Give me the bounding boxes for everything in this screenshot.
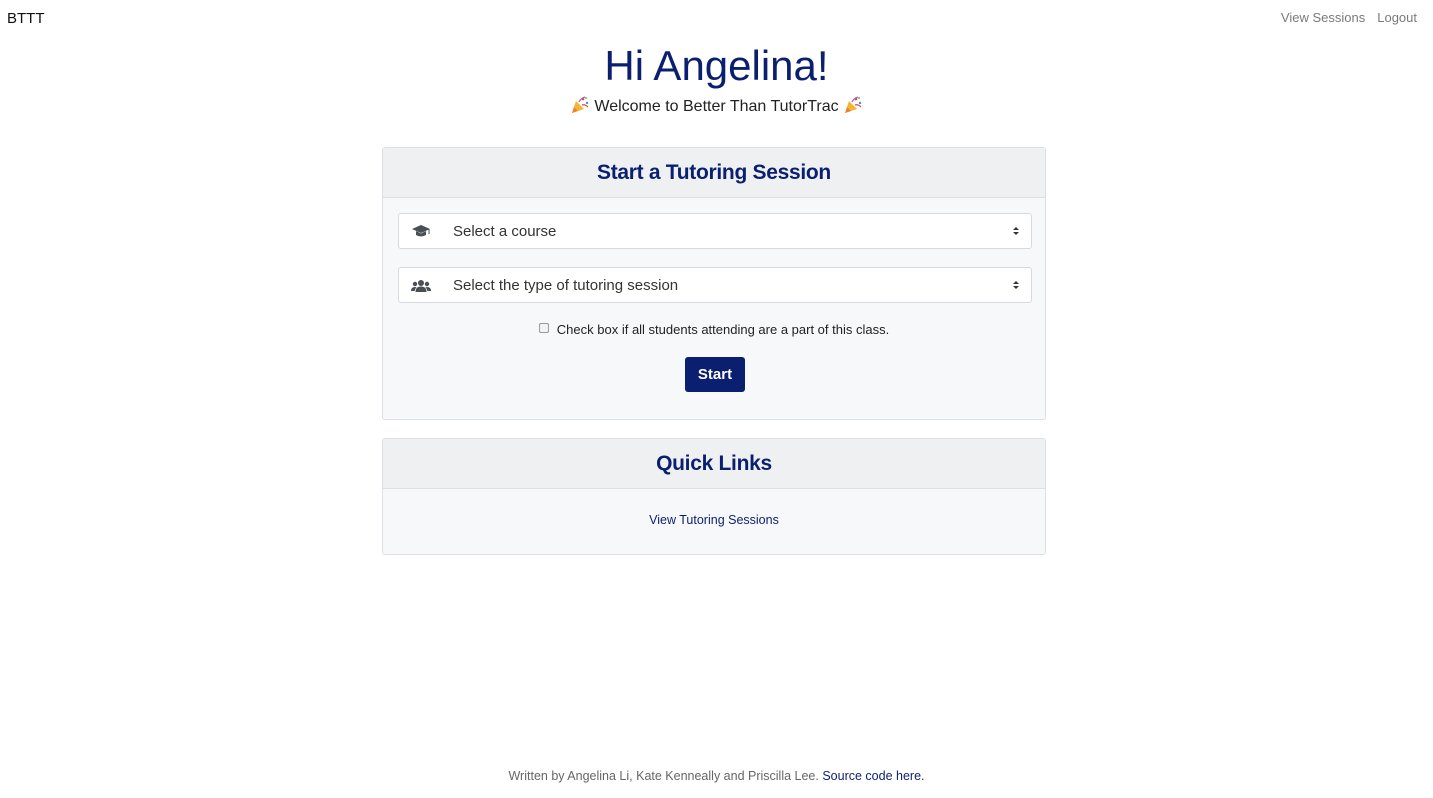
party-popper-icon xyxy=(845,96,862,113)
greeting-heading: Hi Angelina! xyxy=(604,42,829,89)
course-select-value: Select a course xyxy=(453,222,557,240)
welcome-message: Welcome to Better Than TutorTrac xyxy=(0,95,1433,116)
select-arrows-icon xyxy=(1009,280,1023,290)
start-session-title: Start a Tutoring Session xyxy=(383,148,1045,198)
nav-logout-link[interactable]: Logout xyxy=(1377,10,1417,25)
class-attendance-row: Check box if all students attending are … xyxy=(383,322,1045,337)
party-popper-icon xyxy=(571,96,589,113)
top-nav: View Sessions Logout xyxy=(1281,10,1417,25)
quick-links-card: Quick Links View Tutoring Sessions xyxy=(382,438,1046,555)
users-icon xyxy=(399,268,443,302)
brand-logo[interactable]: BTTT xyxy=(7,10,45,27)
nav-view-sessions-link[interactable]: View Sessions xyxy=(1281,10,1365,25)
quick-links-title: Quick Links xyxy=(383,439,1045,489)
view-tutoring-sessions-link[interactable]: View Tutoring Sessions xyxy=(649,513,779,527)
graduation-cap-icon xyxy=(399,214,443,248)
start-button[interactable]: Start xyxy=(685,357,745,392)
start-session-card: Start a Tutoring Session Select a course xyxy=(382,147,1046,420)
session-type-select-value: Select the type of tutoring session xyxy=(453,276,679,294)
select-arrows-icon xyxy=(1009,226,1023,236)
footer-credits: Written by Angelina Li, Kate Kenneally a… xyxy=(508,769,819,783)
course-select[interactable]: Select a course xyxy=(398,213,1032,249)
welcome-text: Welcome to Better Than TutorTrac xyxy=(594,98,839,115)
class-attendance-checkbox[interactable] xyxy=(538,323,549,333)
source-code-link[interactable]: Source code here. xyxy=(822,769,924,783)
quick-links-list: View Tutoring Sessions xyxy=(383,513,1045,527)
footer: Written by Angelina Li, Kate Kenneally a… xyxy=(0,769,1433,783)
session-type-select[interactable]: Select the type of tutoring session xyxy=(398,267,1032,303)
class-attendance-label[interactable]: Check box if all students attending are … xyxy=(557,322,889,337)
